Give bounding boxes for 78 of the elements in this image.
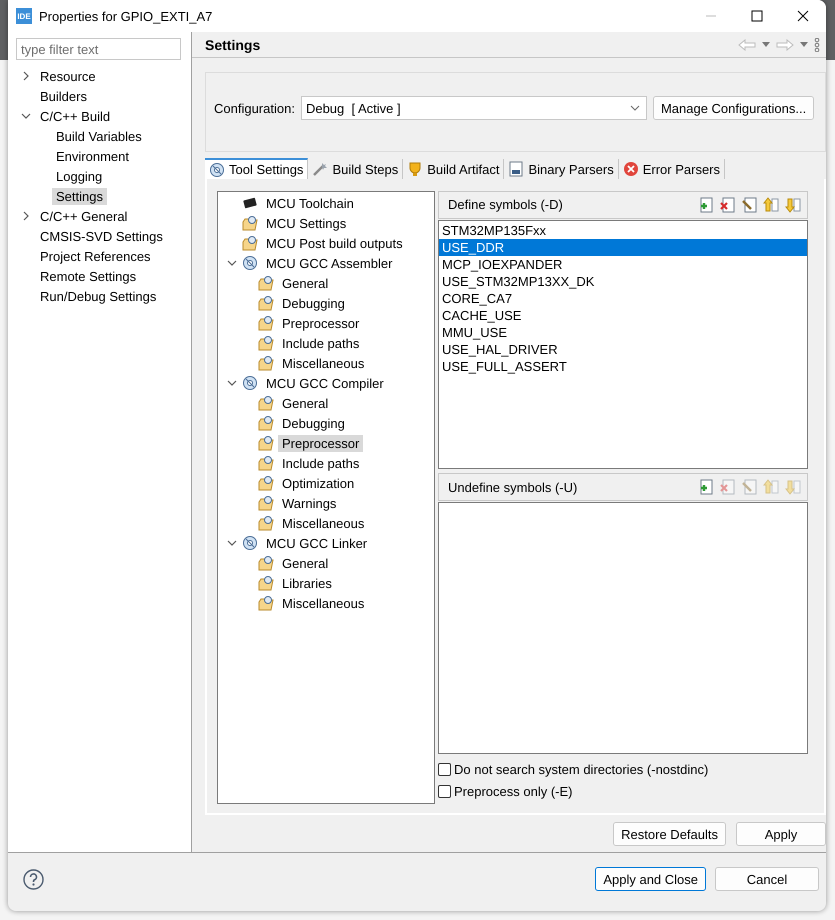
- checkbox-label[interactable]: Preprocess only (-E): [454, 784, 572, 800]
- apply-and-close-button[interactable]: Apply and Close: [595, 867, 706, 891]
- sidebar-item[interactable]: Build Variables: [52, 128, 146, 144]
- binary-document-icon: [508, 161, 524, 177]
- maximize-icon: [751, 10, 763, 22]
- wand-icon: [312, 161, 328, 177]
- cancel-button[interactable]: Cancel: [715, 867, 819, 891]
- trophy-icon: [407, 161, 424, 177]
- dropdown-caret-icon[interactable]: [800, 42, 808, 48]
- tree-item[interactable]: General: [278, 274, 332, 292]
- list-item[interactable]: CACHE_USE: [439, 306, 807, 324]
- more-options-icon[interactable]: [814, 38, 820, 52]
- tree-item[interactable]: Debugging: [278, 414, 349, 432]
- error-icon: [622, 161, 639, 177]
- sidebar-item[interactable]: Resource: [36, 68, 100, 84]
- tree-item[interactable]: Miscellaneous: [278, 594, 368, 612]
- tree-item[interactable]: Debugging: [278, 294, 349, 312]
- tree-item[interactable]: Include paths: [278, 334, 364, 352]
- app-logo: IDE: [16, 8, 32, 24]
- sidebar-item[interactable]: Remote Settings: [36, 268, 140, 284]
- symbol-list[interactable]: STM32MP135Fxx USE_DDR MCP_IOEXPANDER USE_STM32MP13XX_DK CORE_CA7 CACHE_USE MMU_USE USE_HAL_DRIVER USE_FULL_ASSERT: [438, 220, 808, 470]
- help-icon[interactable]: [23, 868, 44, 890]
- list-item[interactable]: USE_STM32MP13XX_DK: [439, 272, 807, 290]
- list-item[interactable]: USE_DDR: [439, 238, 807, 256]
- sidebar-item[interactable]: C/C++ Build: [36, 108, 114, 124]
- sidebar-item[interactable]: Logging: [52, 168, 106, 184]
- tab[interactable]: Tool Settings: [205, 158, 308, 179]
- tree-item[interactable]: Miscellaneous: [278, 354, 368, 372]
- checkbox-label[interactable]: Do not search system directories (-nostdinc): [454, 762, 708, 777]
- delete-icon[interactable]: [719, 196, 735, 213]
- sidebar-item[interactable]: Builders: [36, 88, 91, 104]
- tree-item[interactable]: General: [278, 394, 332, 412]
- configuration-dropdown[interactable]: Debug [ Active ]: [300, 96, 647, 120]
- tree-item[interactable]: MCU Settings: [262, 214, 350, 232]
- sidebar-item[interactable]: CMSIS-SVD Settings: [36, 228, 167, 244]
- configuration-label: Configuration:: [214, 100, 295, 116]
- list-title: Undefine symbols (-U): [448, 480, 578, 495]
- tree-item[interactable]: MCU GCC Assembler: [262, 254, 396, 272]
- list-item[interactable]: CORE_CA7: [439, 290, 807, 307]
- tree-item[interactable]: MCU GCC Compiler: [262, 374, 388, 392]
- down-arrow-icon[interactable]: [785, 196, 801, 213]
- configuration-value: Debug [ Active ]: [306, 100, 401, 116]
- checkbox[interactable]: [438, 785, 451, 798]
- tree-item[interactable]: MCU GCC Linker: [262, 534, 372, 552]
- tree-item[interactable]: Libraries: [278, 574, 336, 592]
- sidebar-item[interactable]: Run/Debug Settings: [36, 288, 160, 304]
- sidebar-item[interactable]: Project References: [36, 248, 155, 264]
- tree-item[interactable]: MCU Toolchain: [262, 194, 358, 212]
- dropdown-chevron-icon: [630, 105, 640, 111]
- tree-item[interactable]: Preprocessor: [278, 314, 364, 332]
- restore-defaults-button[interactable]: Restore Defaults: [613, 822, 726, 846]
- dropdown-caret-icon[interactable]: [762, 42, 770, 48]
- sidebar-item[interactable]: C/C++ General: [36, 208, 132, 224]
- tree-item[interactable]: Include paths: [278, 454, 364, 472]
- sidebar-item[interactable]: Settings: [52, 188, 107, 204]
- chip-icon: [242, 195, 258, 211]
- tree-item[interactable]: Warnings: [278, 494, 340, 512]
- manage-configurations-button[interactable]: Manage Configurations...: [652, 96, 814, 120]
- page-title: Settings: [205, 36, 262, 52]
- checkbox[interactable]: [438, 762, 451, 776]
- tree-item[interactable]: Preprocessor: [278, 434, 364, 452]
- list-item[interactable]: USE_HAL_DRIVER: [439, 340, 807, 358]
- tree-item[interactable]: Miscellaneous: [278, 514, 368, 532]
- close-icon: [797, 10, 809, 22]
- window-title: Properties for GPIO_EXTI_A7: [39, 8, 214, 24]
- list-item[interactable]: STM32MP135Fxx: [439, 222, 807, 239]
- sidebar-item[interactable]: Environment: [52, 148, 133, 164]
- filter-field[interactable]: type filter text: [16, 38, 181, 60]
- list-item[interactable]: MCP_IOEXPANDER: [439, 256, 807, 273]
- list-item[interactable]: USE_FULL_ASSERT: [439, 358, 807, 375]
- list-item[interactable]: MMU_USE: [439, 324, 807, 341]
- tree-item[interactable]: General: [278, 554, 332, 572]
- tree-item[interactable]: Optimization: [278, 474, 358, 492]
- pencil-icon[interactable]: [741, 196, 757, 213]
- tree-item[interactable]: MCU Post build outputs: [262, 234, 407, 252]
- up-arrow-icon[interactable]: [763, 196, 779, 213]
- list-title: Define symbols (-D): [448, 197, 563, 212]
- apply-button[interactable]: Apply: [736, 822, 826, 846]
